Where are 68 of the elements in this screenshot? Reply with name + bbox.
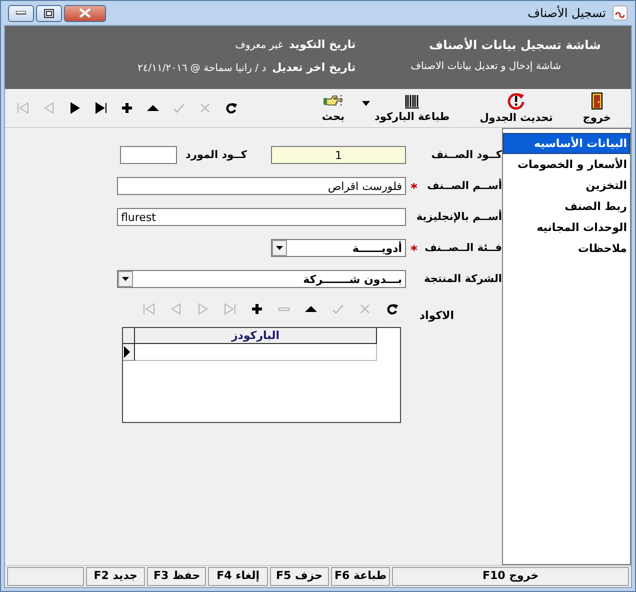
toolbar-button[interactable]: تحديث الجدول xyxy=(468,92,565,124)
status-cell: إلغاء F4 xyxy=(208,567,268,586)
section-list-item[interactable]: الوحدات المجانيه xyxy=(503,217,630,238)
info-value: د / رانيا سماحة @ ٢٤/١١/٢٠١٦ xyxy=(138,63,266,74)
last-record-icon xyxy=(223,302,237,316)
info-label: تاريخ التكويد xyxy=(289,38,356,51)
section-list-item[interactable]: ربط الصنف xyxy=(503,196,630,217)
supplier-code-field[interactable] xyxy=(120,146,178,164)
screen-title: شاشة تسجيل بيانات الأصناف xyxy=(428,38,601,52)
item-code-field[interactable]: 1 xyxy=(271,146,406,164)
close-icon xyxy=(79,8,91,18)
section-list-item[interactable]: ملاحظات xyxy=(503,238,630,259)
dropdown-field[interactable]: بـــدون شـــــــركة xyxy=(117,270,406,288)
status-cell: حفظ F3 xyxy=(147,567,206,586)
last-record-icon xyxy=(94,101,108,115)
plus-icon xyxy=(250,302,264,316)
field-label: أســم الصــنف xyxy=(427,180,502,192)
barcode-icon xyxy=(404,93,420,109)
field-label: كــود الصــنف xyxy=(431,149,502,161)
maximize-button[interactable] xyxy=(36,4,62,22)
door-icon xyxy=(590,92,603,110)
app-icon xyxy=(612,5,628,21)
field-label: الشركة المنتجة xyxy=(424,273,502,285)
window-title: تسجيل الأصناف xyxy=(528,6,606,20)
field-label: فــئة الــصــنف xyxy=(424,242,502,254)
cross-icon xyxy=(198,101,212,115)
grid-corner-cell xyxy=(123,328,135,344)
refresh-icon xyxy=(385,302,399,316)
status-cell: حزف F5 xyxy=(270,567,329,586)
row-pointer-icon xyxy=(123,346,131,358)
field-label: كــود المورد xyxy=(185,149,247,161)
text-field[interactable]: flurest xyxy=(117,208,406,226)
status-cell: جديد F2 xyxy=(86,567,146,586)
refresh-alert-icon xyxy=(507,92,526,110)
section-list-item[interactable]: الأسعار و الخصومات xyxy=(503,154,630,175)
plus-icon xyxy=(120,101,134,115)
close-button[interactable] xyxy=(64,4,106,22)
previous-record-icon xyxy=(42,101,56,115)
previous-record-icon xyxy=(169,302,183,316)
text-field[interactable]: فلورست اقراص xyxy=(117,177,406,195)
toolbar-button[interactable]: خروج xyxy=(570,92,623,124)
first-record-icon xyxy=(142,302,156,316)
screen-subtitle: شاشة إدخال و تعديل بيانات الاصناف xyxy=(410,61,562,72)
info-label: تاريخ اخر تعديل xyxy=(272,61,356,74)
field-label: أســم بالإنجليزية xyxy=(416,211,502,223)
cross-icon xyxy=(358,302,372,316)
maximize-icon xyxy=(44,8,54,18)
toolbar-button[interactable]: بحث xyxy=(310,93,356,123)
next-record-icon xyxy=(68,101,82,115)
minimize-button[interactable] xyxy=(8,4,34,22)
row-selector[interactable] xyxy=(123,344,135,361)
info-value: غير معروف xyxy=(235,40,284,51)
checkmark-icon xyxy=(172,101,186,115)
dropdown-field[interactable]: أدويــــــة xyxy=(271,239,406,257)
table-cell[interactable] xyxy=(135,344,377,361)
toolbar-button[interactable]: طباعة الباركود xyxy=(362,93,462,123)
section-list-item[interactable]: التخزين xyxy=(503,175,630,196)
section-list-item[interactable]: البيانات الأساسيه xyxy=(503,133,630,154)
caret-icon xyxy=(362,101,370,106)
column-header[interactable]: الباركودز xyxy=(135,328,377,344)
first-record-icon xyxy=(16,101,30,115)
checkmark-icon xyxy=(331,302,345,316)
minimize-icon xyxy=(16,11,26,15)
next-record-icon xyxy=(196,302,210,316)
status-cell: طباعة F6 xyxy=(330,567,390,586)
field-label: الاكواد xyxy=(418,309,454,322)
status-cell: خروج F10 xyxy=(392,567,629,586)
refresh-icon xyxy=(224,101,238,115)
